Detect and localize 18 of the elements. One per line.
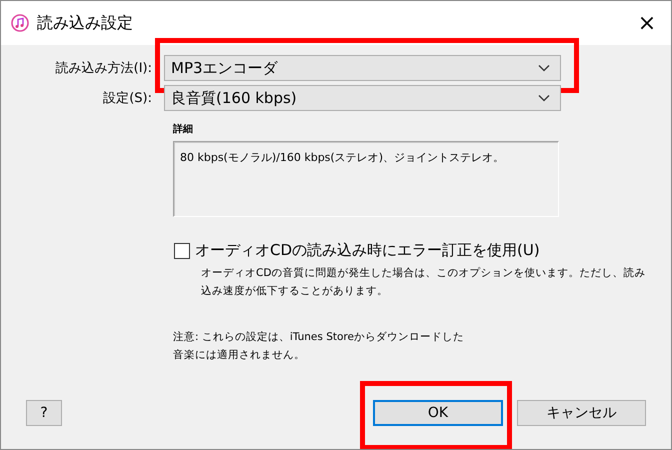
close-button[interactable]: ×	[625, 1, 669, 45]
option-description: オーディオCDの音質に問題が発生した場合は、このオプションを使います。ただし、読み込み速度が低下することがあります。	[201, 266, 646, 299]
details-label: 詳細	[173, 122, 193, 136]
music-note-icon	[11, 14, 29, 32]
details-text: 80 kbps(モノラル)/160 kbps(ステレオ)、ジョイントステレオ。	[180, 151, 504, 164]
checkbox-label[interactable]: オーディオCDの読み込み時にエラー訂正を使用(U)	[195, 241, 540, 260]
cancel-button[interactable]: キャンセル	[517, 400, 646, 426]
field-label: 読み込み方法(I):	[54, 60, 153, 77]
chevron-down-icon	[538, 64, 550, 72]
help-button[interactable]: ?	[26, 400, 62, 426]
ok-button[interactable]: OK	[373, 400, 503, 426]
dropdown[interactable]: 良音質(160 kbps)	[164, 85, 561, 111]
checkbox[interactable]	[174, 242, 190, 258]
field-label: 設定(S):	[102, 90, 153, 107]
note-text: 注意: これらの設定は、iTunes Storeからダウンロードした音楽には適用されません。	[173, 330, 465, 363]
chevron-down-icon	[538, 94, 550, 102]
window-title: 読み込み設定	[37, 12, 133, 34]
dropdown[interactable]: MP3エンコーダ	[164, 55, 561, 81]
